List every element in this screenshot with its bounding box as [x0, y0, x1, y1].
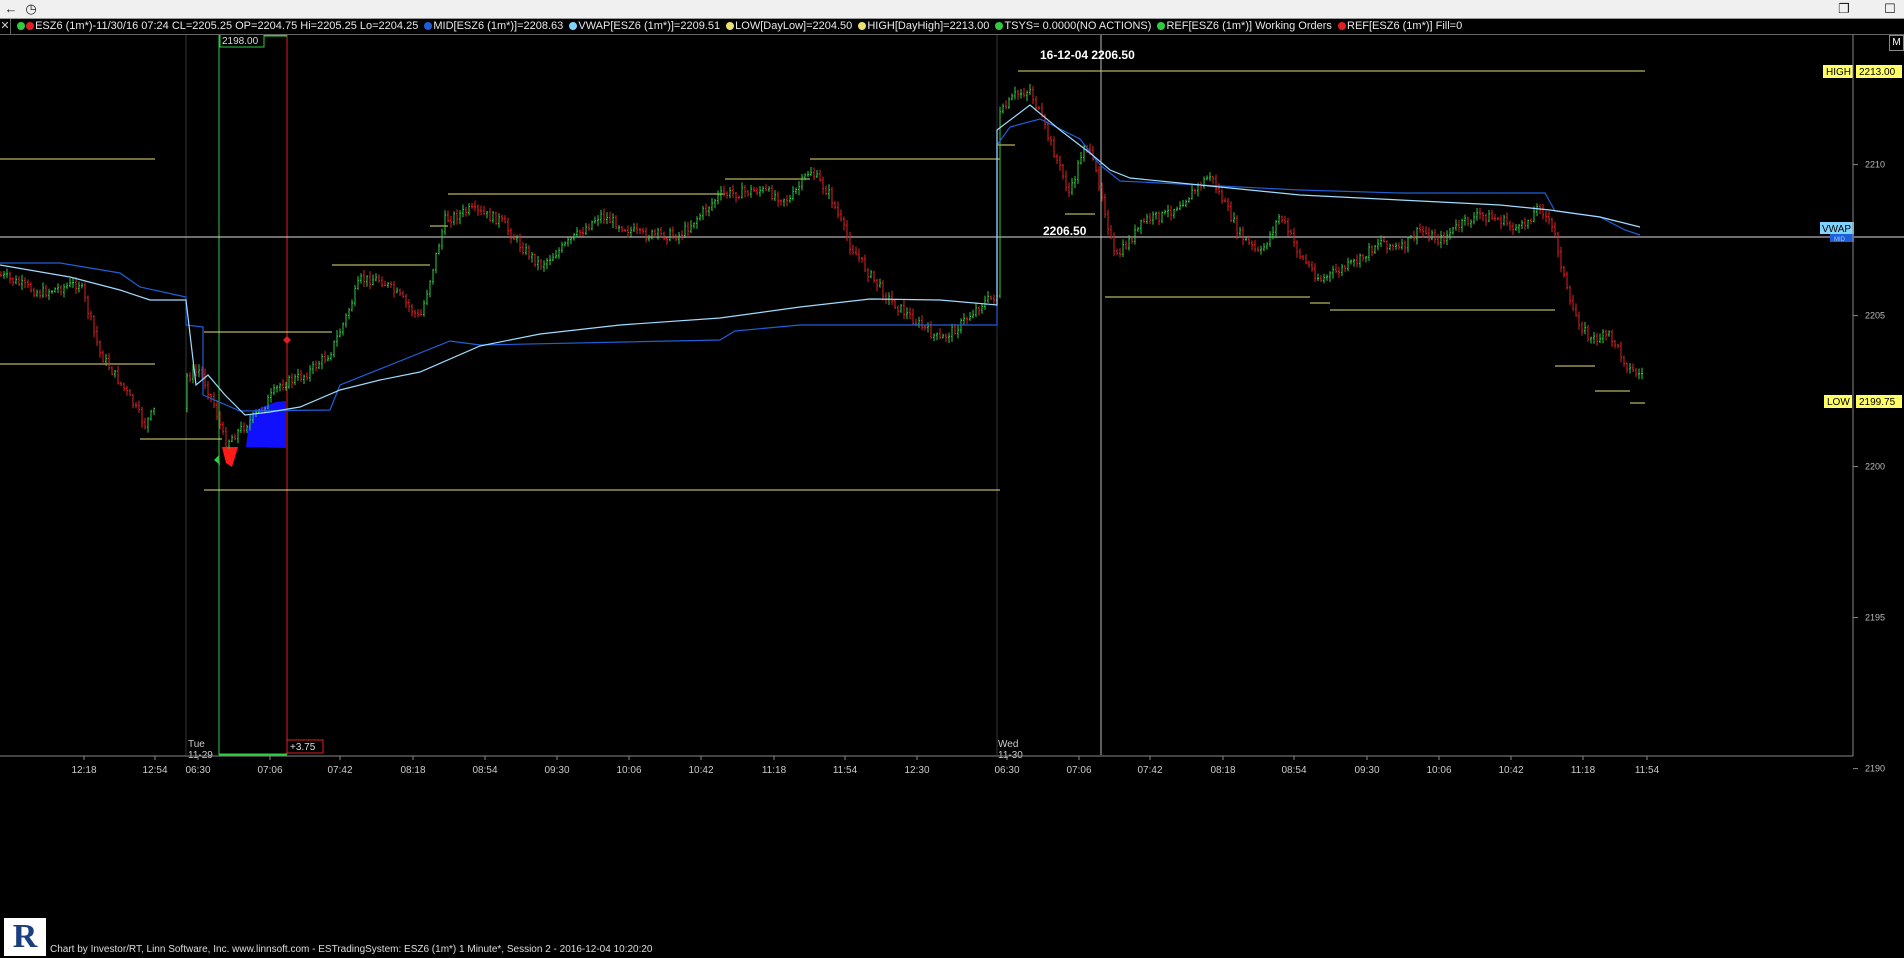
legend-label: TSYS= 0.0000(NO ACTIONS) [1004, 20, 1152, 32]
x-tick-label: 12:30 [904, 765, 929, 776]
x-tick-label: 09:30 [1354, 765, 1379, 776]
x-tick-label: 11:54 [833, 765, 858, 776]
indicator-legend: ✕ ESZ6 (1m*)-11/30/16 07:24 CL=2205.25 O… [0, 19, 1904, 35]
maximize-window-icon[interactable]: ☐ [1881, 1, 1899, 17]
mid-series-line [0, 118, 1641, 412]
legend-item-fill[interactable]: REF[ESZ6 (1m*)] Fill=0 [1338, 19, 1462, 34]
y-tick-label: 2205 [1865, 311, 1885, 321]
x-tick-label: 11:18 [762, 765, 787, 776]
x-tick-label: 08:18 [400, 765, 425, 776]
x-tick-label: 10:06 [1426, 765, 1451, 776]
x-tick-label: 07:42 [1137, 765, 1162, 776]
legend-label: REF[ESZ6 (1m*)] Fill=0 [1347, 20, 1463, 32]
menu-m-button[interactable]: M [1889, 35, 1904, 51]
x-tick-label: 08:18 [1210, 765, 1235, 776]
legend-dot-icon [569, 22, 578, 30]
investor-rt-logo: R [4, 918, 46, 956]
x-tick-label: 12:18 [71, 765, 96, 776]
high-value-label: 2213.00 [1859, 67, 1896, 78]
legend-dot-icon [424, 22, 433, 30]
x-tick-label: 11:18 [1571, 765, 1596, 776]
legend-item-price[interactable]: ESZ6 (1m*)-11/30/16 07:24 CL=2205.25 OP=… [17, 19, 418, 34]
low-tag-label: LOW [1827, 397, 1850, 408]
legend-dot-icon [726, 22, 735, 30]
window-titlebar: ← ◷ ❐ ☐ [0, 0, 1904, 19]
legend-item-mid[interactable]: MID[ESZ6 (1m*)]=2208.63 [424, 19, 563, 34]
price-chart[interactable]: 16-12-04 2206.50 2206.50 2198.00 +3.75 H… [0, 35, 1904, 943]
box-top-label: 2198.00 [222, 36, 259, 47]
day1-label: Tue [188, 739, 205, 750]
x-tick-label: 10:42 [1498, 765, 1523, 776]
high-tag-label: HIGH [1826, 67, 1851, 78]
crosshair-price-label: 2206.50 [1043, 224, 1087, 238]
exit-marker-icon [283, 336, 291, 344]
back-icon[interactable]: ← [2, 1, 20, 17]
legend-label: LOW[DayLow]=2204.50 [735, 20, 853, 32]
vwap-series-line [0, 104, 1641, 416]
x-tick-label: 08:54 [1281, 765, 1306, 776]
legend-dot-icon [858, 22, 867, 30]
footer-credit: Chart by Investor/RT, Linn Software, Inc… [50, 944, 653, 955]
entry-marker-icon [214, 455, 220, 465]
x-tick-label: 10:06 [616, 765, 641, 776]
day2-label: Wed [998, 739, 1018, 750]
clock-icon[interactable]: ◷ [22, 1, 40, 17]
legend-label: MID[ESZ6 (1m*)]=2208.63 [433, 20, 564, 32]
box-bottom-label: +3.75 [290, 742, 316, 753]
cursor-date-label: 16-12-04 2206.50 [1040, 48, 1135, 62]
legend-item-high[interactable]: HIGH[DayHigh]=2213.00 [858, 19, 989, 34]
close-icon[interactable]: ✕ [0, 19, 11, 34]
x-tick-label: 10:42 [688, 765, 713, 776]
restore-window-icon[interactable]: ❐ [1835, 1, 1853, 17]
mid-tag-label: MID [1834, 237, 1846, 243]
legend-dot-icon [1157, 22, 1166, 30]
legend-label: HIGH[DayHigh]=2213.00 [867, 20, 990, 32]
x-tick-label: 12:54 [142, 765, 167, 776]
y-tick-label: 2190 [1865, 764, 1885, 774]
x-tick-label: 11:54 [1635, 765, 1660, 776]
x-tick-label: 09:30 [544, 765, 569, 776]
legend-dot-icon [17, 22, 26, 30]
legend-dot-icon [26, 22, 35, 30]
loss-fill-area [222, 447, 238, 467]
x-tick-label: 08:54 [472, 765, 497, 776]
vwap-tag-label: VWAP [1822, 224, 1851, 235]
low-value-label: 2199.75 [1859, 397, 1896, 408]
x-tick-label: 07:42 [327, 765, 352, 776]
legend-item-low[interactable]: LOW[DayLow]=2204.50 [726, 19, 852, 34]
legend-label: ESZ6 (1m*)-11/30/16 07:24 CL=2205.25 OP=… [35, 20, 419, 32]
x-tick-label: 07:06 [257, 765, 282, 776]
legend-label: VWAP[ESZ6 (1m*)]=2209.51 [578, 20, 721, 32]
y-tick-label: 2210 [1865, 160, 1885, 170]
y-tick-label: 2195 [1865, 613, 1885, 623]
x-tick-label: 07:06 [1066, 765, 1091, 776]
y-tick-label: 2200 [1865, 462, 1885, 472]
legend-item-vwap[interactable]: VWAP[ESZ6 (1m*)]=2209.51 [569, 19, 720, 34]
legend-dot-icon [1338, 22, 1346, 30]
legend-item-tsys[interactable]: TSYS= 0.0000(NO ACTIONS) [995, 19, 1151, 34]
x-tick-label: 06:30 [994, 765, 1019, 776]
legend-dot-icon [995, 22, 1004, 30]
legend-item-working-orders[interactable]: REF[ESZ6 (1m*)] Working Orders [1157, 19, 1332, 34]
x-tick-label: 06:30 [185, 765, 210, 776]
legend-label: REF[ESZ6 (1m*)] Working Orders [1166, 20, 1332, 32]
